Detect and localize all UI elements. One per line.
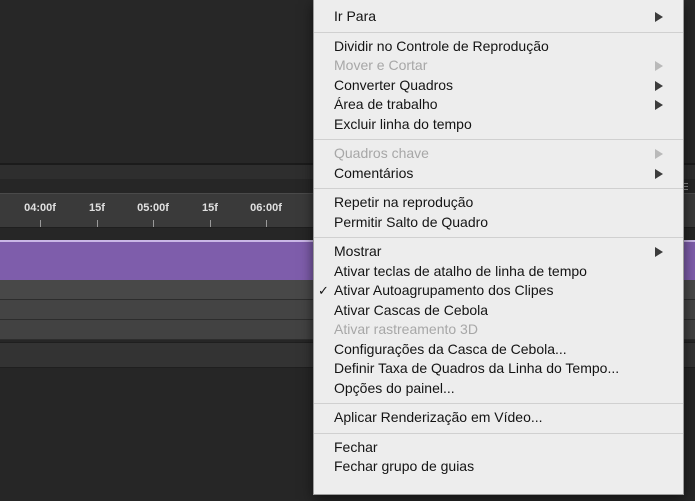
timeline-panel-menu: Ir Para Dividir no Controle de Reproduçã… — [313, 0, 684, 495]
menu-item-mostrar[interactable]: Mostrar — [314, 242, 683, 262]
ruler-label: 15f — [89, 202, 105, 214]
ruler-tick — [97, 220, 98, 227]
menu-item-label: Ativar Autoagrupamento dos Clipes — [334, 282, 554, 298]
menu-item-ir-para[interactable]: Ir Para — [314, 7, 683, 27]
menu-item-label: Ativar teclas de atalho de linha de temp… — [334, 262, 587, 279]
menu-item-label: Converter Quadros — [334, 76, 454, 93]
ruler-label: 04:00f — [24, 202, 56, 214]
menu-item-label: Configurações da Casca de Cebola... — [334, 340, 567, 357]
menu-item-ativar-teclas-atalho[interactable]: Ativar teclas de atalho de linha de temp… — [314, 262, 683, 282]
ruler-label: 06:00f — [250, 202, 282, 214]
menu-item-fechar[interactable]: Fechar — [314, 438, 683, 458]
menu-item-converter-quadros[interactable]: Converter Quadros — [314, 76, 683, 96]
menu-item-label: Quadros chave — [334, 145, 429, 161]
submenu-arrow-icon — [655, 61, 663, 71]
menu-item-label: Comentários — [334, 164, 414, 181]
ruler-tick — [210, 220, 211, 227]
menu-item-label: Permitir Salto de Quadro — [334, 213, 489, 230]
menu-item-comentarios[interactable]: Comentários — [314, 164, 683, 184]
menu-item-mover-e-cortar: Mover e Cortar — [314, 56, 683, 76]
menu-item-label: Mostrar — [334, 243, 382, 259]
menu-item-label: Ativar rastreamento 3D — [334, 321, 478, 337]
menu-item-label: Aplicar Renderização em Vídeo... — [334, 409, 543, 425]
menu-group: Quadros chave Comentários — [314, 144, 683, 183]
menu-item-label: Fechar grupo de guias — [334, 458, 475, 474]
menu-item-label: Ir Para — [334, 8, 377, 24]
menu-item-opcoes-painel[interactable]: Opções do painel... — [314, 379, 683, 399]
menu-item-aplicar-renderizacao[interactable]: Aplicar Renderização em Vídeo... — [314, 408, 683, 428]
menu-item-label: Área de trabalho — [334, 96, 438, 112]
menu-item-repetir-reproducao[interactable]: Repetir na reprodução — [314, 193, 683, 213]
menu-item-label: Repetir na reprodução — [334, 194, 474, 210]
menu-item-label: Definir Taxa de Quadros da Linha do Temp… — [334, 360, 620, 376]
submenu-arrow-icon — [655, 100, 663, 110]
menu-group: Aplicar Renderização em Vídeo... — [314, 408, 683, 428]
menu-item-ativar-rastreamento-3d: Ativar rastreamento 3D — [314, 320, 683, 340]
menu-group: Repetir na reprodução Permitir Salto de … — [314, 193, 683, 232]
menu-item-label: Opções do painel... — [334, 379, 455, 396]
submenu-arrow-icon — [655, 168, 663, 179]
submenu-arrow-icon — [655, 247, 663, 257]
menu-item-permitir-salto[interactable]: Permitir Salto de Quadro — [314, 213, 683, 233]
menu-item-ativar-autoagrupamento[interactable]: ✓ Ativar Autoagrupamento dos Clipes — [314, 281, 683, 301]
menu-group: Mostrar Ativar teclas de atalho de linha… — [314, 242, 683, 398]
menu-item-label: Ativar Cascas de Cebola — [334, 301, 489, 318]
menu-group: Ir Para — [314, 7, 683, 27]
ruler-tick — [266, 220, 267, 227]
checkmark-icon: ✓ — [318, 283, 329, 298]
menu-item-label: Excluir linha do tempo — [334, 115, 472, 132]
menu-item-dividir[interactable]: Dividir no Controle de Reprodução — [314, 37, 683, 57]
submenu-arrow-icon — [655, 149, 663, 159]
menu-item-quadros-chave: Quadros chave — [314, 144, 683, 164]
submenu-arrow-icon — [655, 80, 663, 91]
menu-item-label: Fechar — [334, 438, 378, 455]
menu-item-definir-taxa-quadros[interactable]: Definir Taxa de Quadros da Linha do Temp… — [314, 359, 683, 379]
menu-group: Fechar Fechar grupo de guias — [314, 438, 683, 477]
ruler-tick — [40, 220, 41, 227]
ruler-tick — [153, 220, 154, 227]
ruler-label: 15f — [202, 202, 218, 214]
submenu-arrow-icon — [655, 12, 663, 22]
menu-item-label: Dividir no Controle de Reprodução — [334, 37, 549, 54]
menu-item-ativar-cascas-cebola[interactable]: Ativar Cascas de Cebola — [314, 301, 683, 321]
menu-item-excluir-linha[interactable]: Excluir linha do tempo — [314, 115, 683, 135]
menu-item-area-de-trabalho[interactable]: Área de trabalho — [314, 95, 683, 115]
menu-group: Dividir no Controle de Reprodução Mover … — [314, 37, 683, 135]
menu-item-label: Mover e Cortar — [334, 57, 428, 73]
ruler-label: 05:00f — [137, 202, 169, 214]
menu-item-configuracoes-casca[interactable]: Configurações da Casca de Cebola... — [314, 340, 683, 360]
menu-item-fechar-grupo-guias[interactable]: Fechar grupo de guias — [314, 457, 683, 477]
